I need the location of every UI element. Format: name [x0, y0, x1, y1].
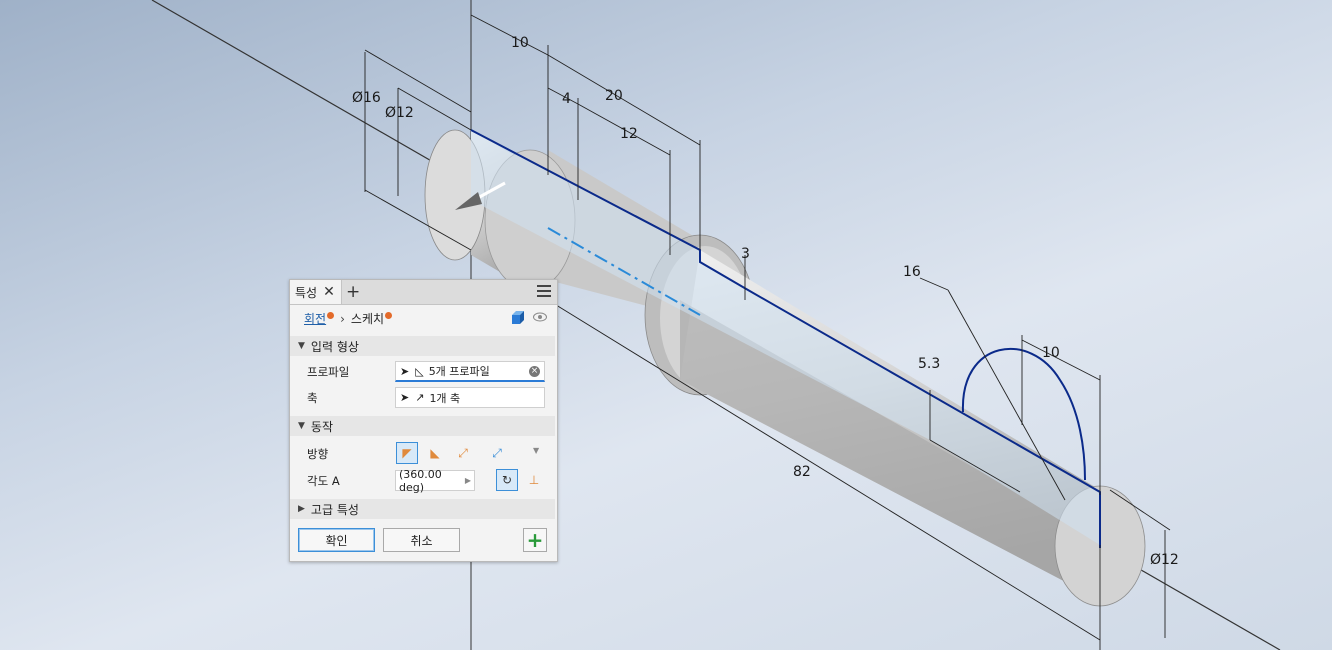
breadcrumb-separator-icon: ›: [340, 311, 345, 326]
breadcrumb-feature[interactable]: 회전: [304, 310, 326, 327]
direction-asymmetric-button[interactable]: ⤢: [486, 442, 508, 464]
section-input-geometry-label: 입력 형상: [310, 339, 359, 354]
angle-input[interactable]: (360.00 deg) ▶: [395, 467, 475, 494]
full-revolve-button[interactable]: ↻: [496, 469, 518, 491]
breadcrumb: 회전 › 스케치: [304, 310, 393, 327]
dim-4[interactable]: 4: [562, 91, 571, 107]
axis-selector[interactable]: ➤ ↗ 1개 축: [395, 387, 545, 408]
dim-12-top[interactable]: 12: [620, 126, 638, 142]
direction-flipped-icon: ◣: [430, 446, 440, 460]
axis-line-icon: ↗: [415, 391, 425, 404]
profile-value: 5개 프로파일: [428, 365, 490, 378]
plus-icon: +: [526, 528, 544, 552]
section-behavior-label: 동작: [310, 419, 334, 434]
direction-asymmetric-icon: ⤢: [492, 445, 502, 460]
panel-tabbar: 특성 ✕ +: [290, 280, 557, 305]
cursor-icon: ➤: [400, 391, 410, 404]
dim-20[interactable]: 20: [605, 88, 623, 104]
sketch-status-icon: [385, 312, 393, 319]
collapse-icon: ▼: [298, 421, 305, 431]
to-face-button[interactable]: ⊥: [523, 469, 545, 491]
direction-label: 방향: [307, 447, 329, 461]
dim-3[interactable]: 3: [741, 246, 750, 262]
dim-10-top[interactable]: 10: [511, 35, 529, 51]
cancel-button[interactable]: 취소: [383, 528, 460, 552]
direction-flipped-button[interactable]: ◣: [424, 442, 446, 464]
profile-shape-icon: ◺: [415, 364, 424, 378]
section-advanced[interactable]: ▶ 고급 특성: [290, 499, 555, 519]
direction-symmetric-icon: ⤢: [458, 445, 468, 460]
add-tab-icon[interactable]: +: [346, 282, 360, 302]
dim-dia16[interactable]: Ø16: [352, 90, 381, 106]
apply-add-button[interactable]: +: [523, 528, 547, 552]
collapse-icon: ▼: [298, 341, 305, 351]
breadcrumb-sketch[interactable]: 스케치: [351, 310, 384, 327]
profile-label: 프로파일: [307, 365, 350, 379]
eye-icon[interactable]: [533, 312, 547, 322]
direction-dropdown-icon[interactable]: ▼: [533, 446, 539, 455]
dim-5-3[interactable]: 5.3: [918, 356, 940, 372]
properties-panel: 특성 ✕ + 회전 › 스케치 ▼ 입력 형상 프로파일 ➤ ◺ 5개 프로파일…: [289, 279, 558, 562]
close-icon[interactable]: ✕: [323, 284, 335, 300]
section-input-geometry[interactable]: ▼ 입력 형상: [290, 336, 555, 356]
dim-dia12-left[interactable]: Ø12: [385, 105, 414, 121]
tab-properties-label: 특성: [295, 285, 318, 300]
direction-default-icon: ◤: [402, 446, 412, 460]
profile-selector[interactable]: ➤ ◺ 5개 프로파일 ×: [395, 361, 545, 382]
axis-value: 1개 축: [429, 391, 461, 405]
section-behavior[interactable]: ▼ 동작: [290, 416, 555, 436]
menu-icon[interactable]: [537, 285, 551, 297]
clear-selection-icon[interactable]: ×: [529, 366, 540, 377]
direction-default-button[interactable]: ◤: [396, 442, 418, 464]
to-face-icon: ⊥: [528, 473, 540, 487]
axis-label: 축: [307, 391, 318, 405]
dim-16[interactable]: 16: [903, 264, 921, 280]
3d-viewport[interactable]: 10 20 4 12 Ø16 Ø12 3 16 10 5.3 82 Ø12: [0, 0, 1332, 650]
expand-icon: ▶: [298, 504, 305, 514]
dim-dia12-right[interactable]: Ø12: [1150, 552, 1179, 568]
cursor-icon: ➤: [400, 364, 410, 378]
feature-status-icon: [327, 312, 335, 319]
direction-symmetric-button[interactable]: ⤢: [452, 442, 474, 464]
ok-button[interactable]: 확인: [298, 528, 375, 552]
angle-label: 각도 A: [307, 474, 340, 488]
section-advanced-label: 고급 특성: [310, 502, 359, 517]
tab-properties[interactable]: 특성 ✕: [290, 280, 342, 304]
cube-icon[interactable]: [510, 310, 526, 326]
full-revolve-icon: ↻: [501, 473, 513, 487]
dim-10-right[interactable]: 10: [1042, 345, 1060, 361]
angle-arrow-icon[interactable]: ▶: [465, 476, 471, 485]
angle-value: (360.00 deg): [399, 467, 442, 494]
dim-82[interactable]: 82: [793, 464, 811, 480]
